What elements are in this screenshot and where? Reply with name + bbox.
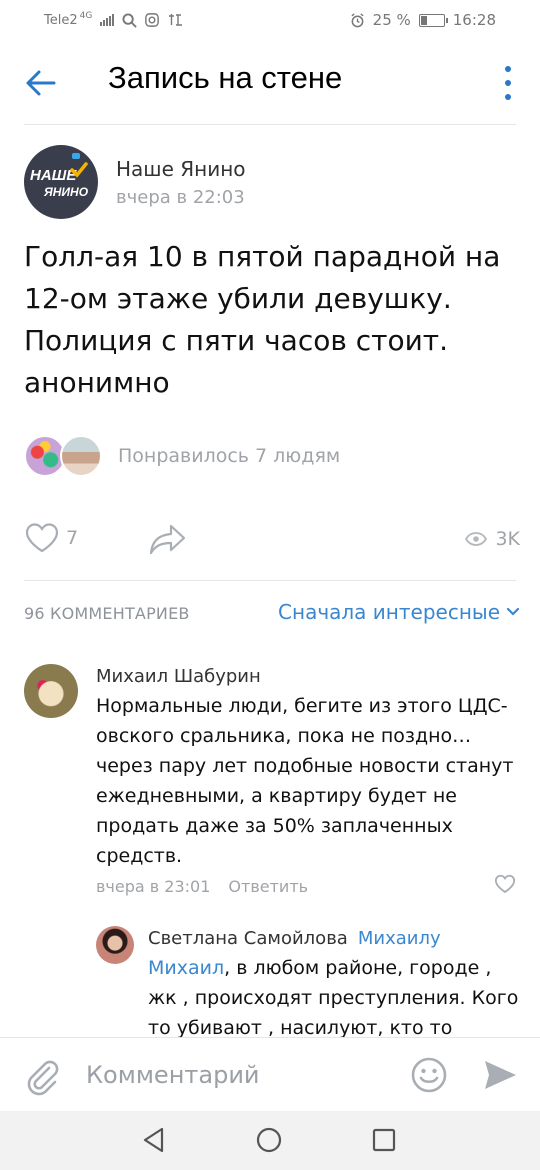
- comment-body: Светлана Самойлова Михаилу Михаил, в любо…: [148, 928, 520, 1043]
- notification-icon: [169, 14, 183, 26]
- instagram-icon: [145, 13, 160, 27]
- battery-icon: [418, 13, 448, 27]
- comment-author[interactable]: Михаил Шабурин: [96, 666, 516, 687]
- comment-author[interactable]: Светлана Самойлова: [148, 928, 348, 949]
- eye-icon: [465, 532, 488, 546]
- comment-text: Нормальные люди, бегите из этого ЦДС-овс…: [96, 695, 514, 867]
- divider: [24, 580, 516, 581]
- app-bar: Запись на стене: [0, 40, 540, 124]
- sort-label: Сначала интересные: [278, 600, 500, 624]
- reply-to-link[interactable]: Михаилу: [358, 928, 441, 949]
- more-dot: [505, 94, 511, 100]
- views-count: 3K: [495, 528, 520, 550]
- emoji-button[interactable]: [410, 1056, 448, 1094]
- paperclip-icon: [27, 1060, 59, 1096]
- comment-body: Михаил Шабурин Нормальные люди, бегите и…: [96, 666, 516, 896]
- heart-icon: [494, 874, 516, 894]
- comment-text: Михаил, в любом районе, городе , жк , пр…: [148, 953, 520, 1043]
- page-title: Запись на стене: [108, 60, 343, 95]
- send-button[interactable]: [482, 1057, 518, 1093]
- status-left: Tele2 4G: [44, 11, 350, 28]
- avatar[interactable]: [96, 926, 134, 964]
- liker-avatar: [60, 435, 102, 477]
- post-header[interactable]: НАШЕ ЯНИНО Наше Янино вчера в 22:03: [24, 145, 246, 219]
- views-counter: 3K: [465, 528, 520, 550]
- arrow-left-icon: [26, 70, 56, 96]
- chat-bubble-icon: [72, 153, 80, 159]
- mention-link[interactable]: Михаил: [148, 957, 224, 979]
- clock: 16:28: [452, 11, 496, 29]
- comments-sort-select[interactable]: Сначала интересные: [278, 600, 520, 624]
- nav-home-button[interactable]: [256, 1127, 282, 1157]
- comments-header: 96 КОММЕНТАРИЕВ Сначала интересные: [24, 600, 520, 630]
- avatar[interactable]: [24, 664, 78, 718]
- comment-like-button[interactable]: [494, 874, 516, 898]
- share-icon: [149, 524, 186, 555]
- back-button[interactable]: [24, 66, 58, 100]
- network-type: 4G: [79, 11, 93, 21]
- more-dot: [505, 66, 511, 72]
- system-nav-bar: [0, 1111, 540, 1170]
- square-recent-icon: [372, 1128, 396, 1152]
- chevron-down-icon: [506, 607, 520, 616]
- comment-input[interactable]: [86, 1056, 386, 1094]
- search-icon: [122, 12, 138, 28]
- post-time: вчера в 22:03: [116, 186, 245, 208]
- circle-home-icon: [256, 1127, 282, 1153]
- group-avatar[interactable]: НАШЕ ЯНИНО: [24, 145, 98, 219]
- checkmark-icon: [70, 162, 88, 178]
- comment-input-bar: [0, 1037, 540, 1111]
- avatar-logo-text: ЯНИНО: [44, 185, 89, 199]
- carrier-label: Tele2: [44, 12, 78, 28]
- heart-icon: [25, 523, 59, 553]
- signal-icon: [100, 14, 115, 26]
- status-bar: Tele2 4G 25 % 16:28: [0, 0, 540, 40]
- likes-summary: Понравилось 7 людям: [118, 445, 341, 467]
- like-button[interactable]: 7: [24, 522, 78, 554]
- smile-icon: [411, 1057, 447, 1093]
- more-dot: [505, 80, 511, 86]
- attach-button[interactable]: [22, 1056, 62, 1096]
- share-button[interactable]: [148, 522, 188, 560]
- triangle-back-icon: [143, 1127, 164, 1153]
- battery-percent: 25 %: [372, 11, 411, 29]
- divider: [24, 124, 516, 125]
- comments-count: 96 КОММЕНТАРИЕВ: [24, 604, 190, 623]
- post-text: Голл-ая 10 в пятой парадной на 12-ом эта…: [24, 240, 501, 399]
- group-name[interactable]: Наше Янино: [116, 157, 246, 181]
- comment-meta: вчера в 23:01 Ответить: [96, 877, 516, 896]
- alarm-icon: [351, 12, 364, 27]
- likers-row[interactable]: Понравилось 7 людям: [24, 434, 340, 478]
- send-icon: [485, 1061, 516, 1089]
- post-actions: 7 3K: [24, 520, 520, 560]
- nav-recent-button[interactable]: [372, 1128, 396, 1156]
- like-count: 7: [66, 527, 79, 549]
- more-button[interactable]: [502, 66, 514, 100]
- status-right: 25 % 16:28: [350, 11, 496, 29]
- comment-author-line: Светлана Самойлова Михаилу: [148, 928, 520, 949]
- nav-back-button[interactable]: [142, 1127, 166, 1157]
- group-meta: Наше Янино вчера в 22:03: [116, 157, 246, 208]
- comment-time: вчера в 23:01: [96, 877, 211, 896]
- reply-button[interactable]: Ответить: [228, 877, 308, 896]
